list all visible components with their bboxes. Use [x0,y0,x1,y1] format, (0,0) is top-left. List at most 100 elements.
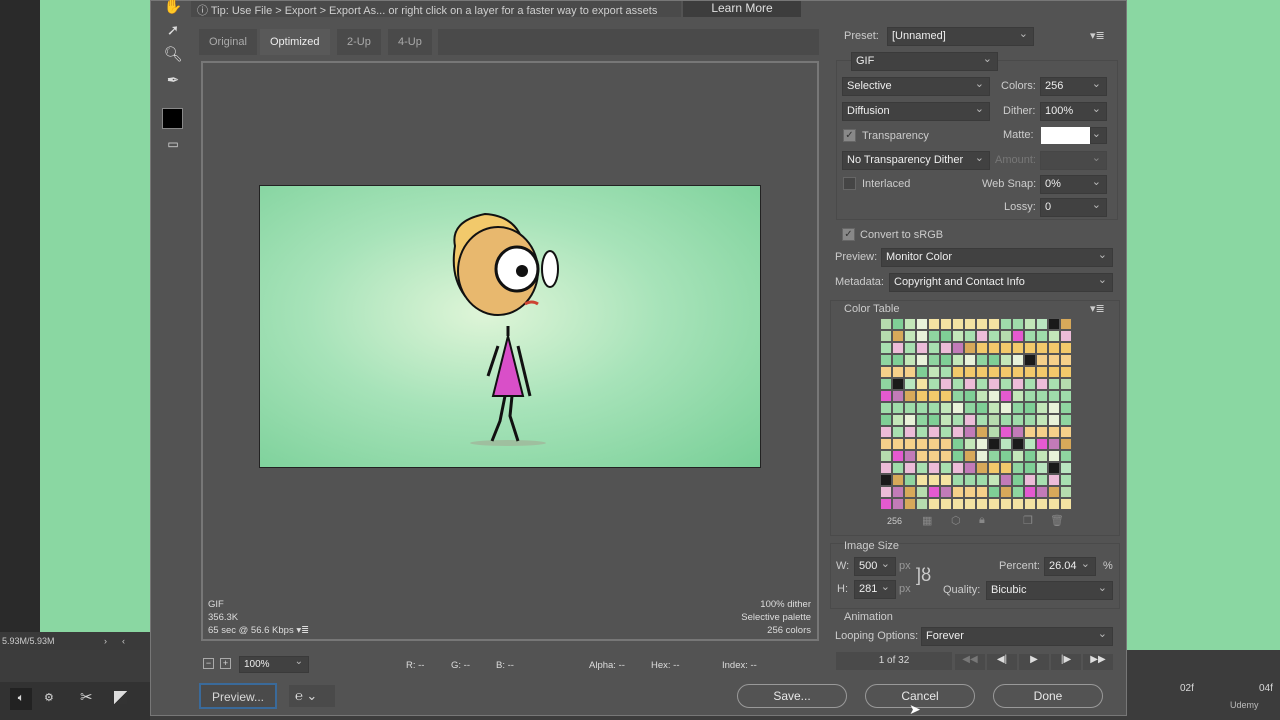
color-swatch[interactable] [1060,486,1072,498]
lossy-input[interactable]: 0 [1040,198,1107,217]
preview-color-select[interactable]: Monitor Color [881,248,1113,267]
eyedropper-color-swatch[interactable] [162,108,183,129]
color-swatch[interactable] [1012,426,1024,438]
color-swatch[interactable] [1000,366,1012,378]
color-swatch[interactable] [1048,318,1060,330]
color-swatch[interactable] [880,486,892,498]
color-swatch[interactable] [1012,354,1024,366]
color-swatch[interactable] [1024,402,1036,414]
color-swatch[interactable] [1048,426,1060,438]
matte-dropdown[interactable] [1090,127,1107,144]
color-swatch[interactable] [880,438,892,450]
color-swatch[interactable] [904,474,916,486]
color-swatch[interactable] [892,342,904,354]
color-swatch[interactable] [916,426,928,438]
zoom-tool-icon[interactable]: 🔍︎ [161,45,185,67]
web-shift-icon[interactable]: ⬡ [951,514,961,527]
color-swatch[interactable] [892,462,904,474]
color-swatch[interactable] [952,378,964,390]
color-swatch[interactable] [880,390,892,402]
color-swatch[interactable] [952,474,964,486]
color-swatch[interactable] [988,378,1000,390]
quality-select[interactable]: Bicubic [986,581,1113,600]
learn-more-button[interactable]: Learn More [683,1,801,17]
color-swatch[interactable] [1036,354,1048,366]
color-swatch[interactable] [928,498,940,510]
audio-icon[interactable]: 🔈︎ [10,688,32,710]
color-swatch[interactable] [976,426,988,438]
color-swatch[interactable] [1036,318,1048,330]
color-swatch[interactable] [1012,474,1024,486]
color-swatch[interactable] [928,474,940,486]
transition-icon[interactable] [114,691,127,704]
color-swatch[interactable] [1024,354,1036,366]
matte-color-swatch[interactable] [1041,127,1090,144]
color-swatch[interactable] [928,342,940,354]
looping-select[interactable]: Forever [921,627,1113,646]
eyedropper-tool-icon[interactable]: ✒ [161,71,185,93]
color-swatch[interactable] [1060,426,1072,438]
tab-2-up[interactable]: 2-Up [337,29,381,55]
color-swatch[interactable] [1048,354,1060,366]
color-swatch[interactable] [892,438,904,450]
color-swatch[interactable] [880,330,892,342]
color-swatch[interactable] [1024,462,1036,474]
transparency-dither-select[interactable]: No Transparency Dither [842,151,990,170]
color-swatch[interactable] [928,462,940,474]
color-swatch[interactable] [952,366,964,378]
color-swatch[interactable] [940,354,952,366]
color-swatch[interactable] [1012,402,1024,414]
color-swatch[interactable] [916,486,928,498]
color-swatch[interactable] [1060,354,1072,366]
color-swatch[interactable] [892,402,904,414]
color-swatch[interactable] [916,354,928,366]
color-swatch[interactable] [1060,474,1072,486]
color-swatch[interactable] [988,486,1000,498]
color-swatch[interactable] [988,450,1000,462]
color-swatch[interactable] [964,390,976,402]
color-swatch[interactable] [1000,354,1012,366]
map-transparent-icon[interactable]: ▦ [922,514,932,527]
color-swatch[interactable] [988,330,1000,342]
last-frame-button[interactable]: ▶▶ [1083,654,1113,670]
color-swatch[interactable] [880,474,892,486]
color-swatch[interactable] [1036,450,1048,462]
color-swatch[interactable] [928,354,940,366]
done-button[interactable]: Done [993,684,1103,708]
color-swatch[interactable] [928,378,940,390]
color-swatch[interactable] [964,486,976,498]
color-swatch[interactable] [904,318,916,330]
color-swatch[interactable] [976,414,988,426]
color-swatch[interactable] [928,366,940,378]
color-swatch[interactable] [892,354,904,366]
download-speed-menu-icon[interactable]: ▾≣ [296,625,309,636]
gear-icon[interactable]: ⚙ [44,691,54,704]
color-swatch[interactable] [952,438,964,450]
color-swatch[interactable] [880,378,892,390]
color-swatch[interactable] [916,414,928,426]
color-swatch[interactable] [976,498,988,510]
color-swatch[interactable] [1060,450,1072,462]
color-swatch[interactable] [1000,438,1012,450]
color-swatch[interactable] [880,414,892,426]
color-swatch[interactable] [1000,390,1012,402]
hand-tool-icon[interactable]: ✋ [161,0,185,19]
color-swatch[interactable] [880,402,892,414]
color-swatch[interactable] [988,402,1000,414]
color-swatch[interactable] [1012,366,1024,378]
color-swatch[interactable] [892,486,904,498]
web-snap-input[interactable]: 0% [1040,175,1107,194]
color-swatch[interactable] [940,426,952,438]
color-swatch[interactable] [940,330,952,342]
color-swatch[interactable] [904,438,916,450]
color-swatch[interactable] [1012,318,1024,330]
color-swatch[interactable] [976,366,988,378]
color-swatch[interactable] [964,414,976,426]
color-swatch[interactable] [892,330,904,342]
first-frame-button[interactable]: ◀◀ [955,654,985,670]
color-swatch[interactable] [976,402,988,414]
color-swatch[interactable] [892,366,904,378]
color-swatch[interactable] [988,462,1000,474]
color-swatch[interactable] [964,498,976,510]
color-swatch[interactable] [1048,378,1060,390]
